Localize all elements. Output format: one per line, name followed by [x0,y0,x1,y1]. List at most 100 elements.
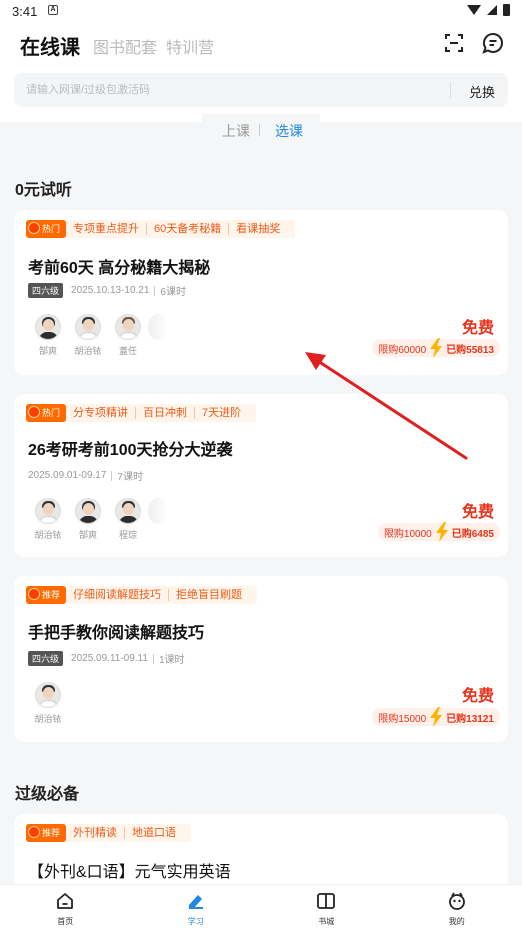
nav-label: 学习 [187,917,204,926]
teacher-avatar [35,314,61,340]
home-icon [57,893,74,909]
segment-divider [259,124,260,136]
more-teachers-fade [148,314,168,340]
tab-training-camp[interactable]: 特训营 [166,34,214,58]
course-hours: 6课时 [160,287,186,298]
level-badge: 四六级 [28,283,64,298]
nav-label: 书城 [318,917,335,926]
teacher-name: 胡治铱 [34,714,62,724]
teacher: 郜爽 [28,314,68,357]
teacher-name: 郜爽 [38,346,57,356]
teacher: 胡治铱 [28,498,68,541]
tab-book-companion[interactable]: 图书配套 [93,34,157,58]
price-label: 免费 [461,504,494,521]
lightning-icon [430,338,443,358]
purchase-limit: 限购10000 [383,528,432,540]
course-dates: 2025.09.01-09.17 [28,470,107,481]
nav-profile[interactable]: 我的 [392,885,522,928]
nav-label: 我的 [448,917,465,926]
course-card[interactable]: 推荐 仔细阅读解题技巧 拒绝盲目刷题 手把手教你阅读解题技巧 四六级 2025.… [14,576,508,742]
teacher: 胡治铱 [28,682,68,725]
teacher-avatar [75,314,101,340]
teacher: 胡治铱 [68,314,108,357]
activation-code-input[interactable] [26,73,446,107]
level-badge: 四六级 [28,651,64,666]
course-title: 手把手教你阅读解题技巧 [28,625,205,642]
teacher: 程琮 [108,498,148,541]
course-title: 【外刊&口语】元气实用英语 [28,864,231,881]
course-title: 考前60天 高分秘籍大揭秘 [28,260,211,277]
course-tag: 看课抽奖 [236,223,281,235]
course-tag: 地道口语 [132,827,177,839]
course-meta: 四六级 2025.10.13-10.21 6课时 [28,283,186,298]
flame-icon [28,406,40,418]
section-title-free-trial: 0元试听 [15,182,72,199]
teacher-list: 胡治铱 [28,682,68,725]
lightning-icon [430,707,443,727]
course-card[interactable]: 热门 分专项精讲 百日冲刺 7天进阶 26考研考前100天抢分大逆袭 2025.… [14,394,508,557]
lightning-icon [435,522,448,542]
search-divider [450,82,451,98]
status-bar: 3:41 A [0,0,522,22]
course-tags: 推荐 仔细阅读解题技巧 拒绝盲目刷题 [26,586,258,604]
purchase-limit: 限购15000 [378,713,427,725]
course-card[interactable]: 热门 专项重点提升 60天备考秘籍 看课抽奖 考前60天 高分秘籍大揭秘 四六级… [14,210,508,375]
teacher-avatar [115,498,141,524]
course-tag: 外刊精读 [66,827,126,839]
course-hours: 7课时 [117,472,143,483]
teacher-name: 胡治铱 [74,346,102,356]
scan-icon[interactable] [443,32,465,54]
tab-online-course[interactable]: 在线课 [20,31,80,60]
notification-icon: A [48,5,58,15]
course-dates: 2025.10.13-10.21 [71,285,150,296]
signal-icon [487,5,497,15]
purchase-quota: 限购60000 已购55813 [372,338,500,358]
teacher-name: 胡治铱 [34,530,62,540]
teacher: 蓋任 [108,314,148,357]
recommend-badge: 推荐 [26,824,67,842]
price-label: 免费 [461,320,494,337]
status-time: 3:41 [12,4,38,19]
flame-icon [28,826,40,838]
course-tags: 热门 专项重点提升 60天备考秘籍 看课抽奖 [26,220,296,238]
course-tag: 仔细阅读解题技巧 [66,589,170,601]
course-tag: 7天进阶 [202,407,242,419]
purchased-count: 已购6485 [451,528,494,540]
nav-bookstore[interactable]: 书城 [261,885,392,928]
course-hours: 1课时 [158,655,185,666]
wifi-icon [467,5,481,15]
teacher-avatar [75,498,101,524]
teacher-list: 胡治铱 郜爽 程琮 [28,498,168,541]
purchase-quota: 限购15000 已购13121 [372,707,500,727]
course-dates: 2025.09.11-09.11 [71,653,148,664]
course-meta: 四六级 2025.09.11-09.11 1课时 [28,651,185,666]
status-icons [467,4,510,16]
flame-icon [28,222,40,234]
segment-choose-course[interactable]: 选课 [275,121,303,141]
book-icon [317,893,336,909]
teacher-avatar [35,498,61,524]
activation-code-bar: 兑换 [14,73,508,107]
course-tag: 60天备考秘籍 [147,223,230,235]
teacher-avatar [35,682,61,708]
course-title: 26考研考前100天抢分大逆袭 [28,442,233,459]
course-meta: 2025.09.01-09.17 7课时 [28,468,143,483]
purchase-limit: 限购60000 [378,344,427,356]
flame-icon [28,588,40,600]
study-icon [188,895,203,909]
teacher-list: 郜爽 胡治铱 蓋任 [28,314,168,357]
hot-badge: 热门 [26,220,67,238]
section-title-exam-essentials: 过级必备 [15,786,80,803]
message-icon[interactable] [482,32,504,54]
purchased-count: 已购55813 [446,344,494,356]
course-tag: 专项重点提升 [66,223,148,235]
purchased-count: 已购13121 [446,713,494,725]
nav-home[interactable]: 首页 [0,885,131,928]
segment-attend-class[interactable]: 上课 [222,121,250,141]
redeem-button[interactable]: 兑换 [469,82,495,101]
battery-icon [503,4,510,16]
nav-study[interactable]: 学习 [131,885,262,928]
more-teachers-fade [148,498,168,524]
hot-badge: 热门 [26,404,67,422]
purchase-quota: 限购10000 已购6485 [377,522,500,542]
